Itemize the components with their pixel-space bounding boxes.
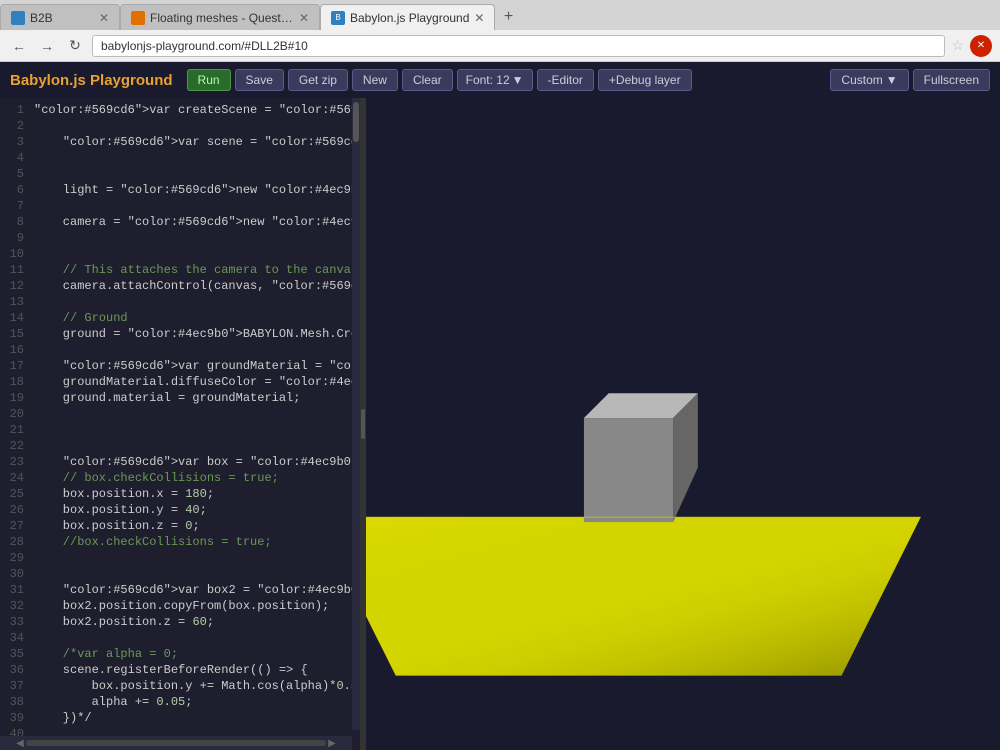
clear-button[interactable]: Clear bbox=[402, 69, 453, 91]
horizontal-scrollbar[interactable]: ◀ ▶ bbox=[0, 736, 352, 750]
code-content[interactable]: "color:#569cd6">var createScene = "color… bbox=[30, 98, 360, 750]
url-input[interactable] bbox=[92, 35, 945, 57]
tab-close-floating[interactable]: ✕ bbox=[299, 11, 309, 25]
debug-button[interactable]: +Debug layer bbox=[598, 69, 692, 91]
line-numbers: 1234567891011121314151617181920212223242… bbox=[0, 98, 30, 750]
forward-button[interactable]: → bbox=[36, 35, 58, 57]
custom-button[interactable]: Custom ▼ bbox=[830, 69, 908, 91]
tab-floating[interactable]: Floating meshes - Questions ✕ bbox=[120, 4, 320, 30]
fullscreen-button[interactable]: Fullscreen bbox=[913, 69, 990, 91]
run-button[interactable]: Run bbox=[187, 69, 231, 91]
tab-close-b2b[interactable]: ✕ bbox=[99, 11, 109, 25]
font-dropdown[interactable]: Font: 12 ▼ bbox=[457, 69, 533, 91]
tab-label-babylon: Babylon.js Playground bbox=[350, 11, 469, 25]
tab-label-b2b: B2B bbox=[30, 11, 94, 25]
tab-bar: B2B ✕ Floating meshes - Questions ✕ B Ba… bbox=[0, 0, 1000, 30]
new-tab-button[interactable]: + bbox=[495, 4, 521, 30]
tab-favicon-b2b bbox=[11, 11, 25, 25]
resize-dot bbox=[361, 409, 365, 439]
scroll-left-icon[interactable]: ◀ bbox=[14, 737, 26, 749]
tab-favicon-floating bbox=[131, 11, 145, 25]
vertical-scrollbar[interactable] bbox=[352, 98, 360, 730]
box-front bbox=[584, 418, 673, 522]
refresh-button[interactable]: ↻ bbox=[64, 35, 86, 57]
editor-button[interactable]: -Editor bbox=[537, 69, 594, 91]
tab-favicon-babylon: B bbox=[331, 11, 345, 25]
code-area[interactable]: 1234567891011121314151617181920212223242… bbox=[0, 98, 360, 750]
code-editor: 1234567891011121314151617181920212223242… bbox=[0, 98, 360, 750]
new-button[interactable]: New bbox=[352, 69, 398, 91]
tab-close-babylon[interactable]: ✕ bbox=[474, 11, 484, 25]
ground-shading bbox=[366, 517, 921, 676]
custom-label: Custom bbox=[841, 73, 882, 87]
tab-babylon[interactable]: B Babylon.js Playground ✕ bbox=[320, 4, 495, 30]
address-bar: ← → ↻ ☆ ✕ bbox=[0, 30, 1000, 62]
scrollbar-thumb-v[interactable] bbox=[353, 102, 359, 142]
main-content: 1234567891011121314151617181920212223242… bbox=[0, 98, 1000, 750]
scrollbar-thumb-h[interactable] bbox=[26, 740, 326, 746]
scene-svg bbox=[366, 98, 1000, 750]
app-title: Babylon.js Playground bbox=[10, 72, 173, 89]
tab-b2b[interactable]: B2B ✕ bbox=[0, 4, 120, 30]
toolbar-right: Custom ▼ Fullscreen bbox=[830, 69, 990, 91]
app-toolbar: Babylon.js Playground Run Save Get zip N… bbox=[0, 62, 1000, 98]
bookmark-icon[interactable]: ☆ bbox=[951, 37, 964, 54]
getzip-button[interactable]: Get zip bbox=[288, 69, 348, 91]
canvas-3d[interactable]: 11 fps bbox=[366, 98, 1000, 750]
back-button[interactable]: ← bbox=[8, 35, 30, 57]
stop-icon[interactable]: ✕ bbox=[970, 35, 992, 57]
font-label: Font: 12 bbox=[466, 73, 510, 87]
font-dropdown-arrow: ▼ bbox=[512, 73, 524, 87]
scroll-right-icon[interactable]: ▶ bbox=[326, 737, 338, 749]
save-button[interactable]: Save bbox=[235, 69, 284, 91]
custom-dropdown-arrow: ▼ bbox=[886, 73, 898, 87]
tab-label-floating: Floating meshes - Questions bbox=[150, 11, 294, 25]
